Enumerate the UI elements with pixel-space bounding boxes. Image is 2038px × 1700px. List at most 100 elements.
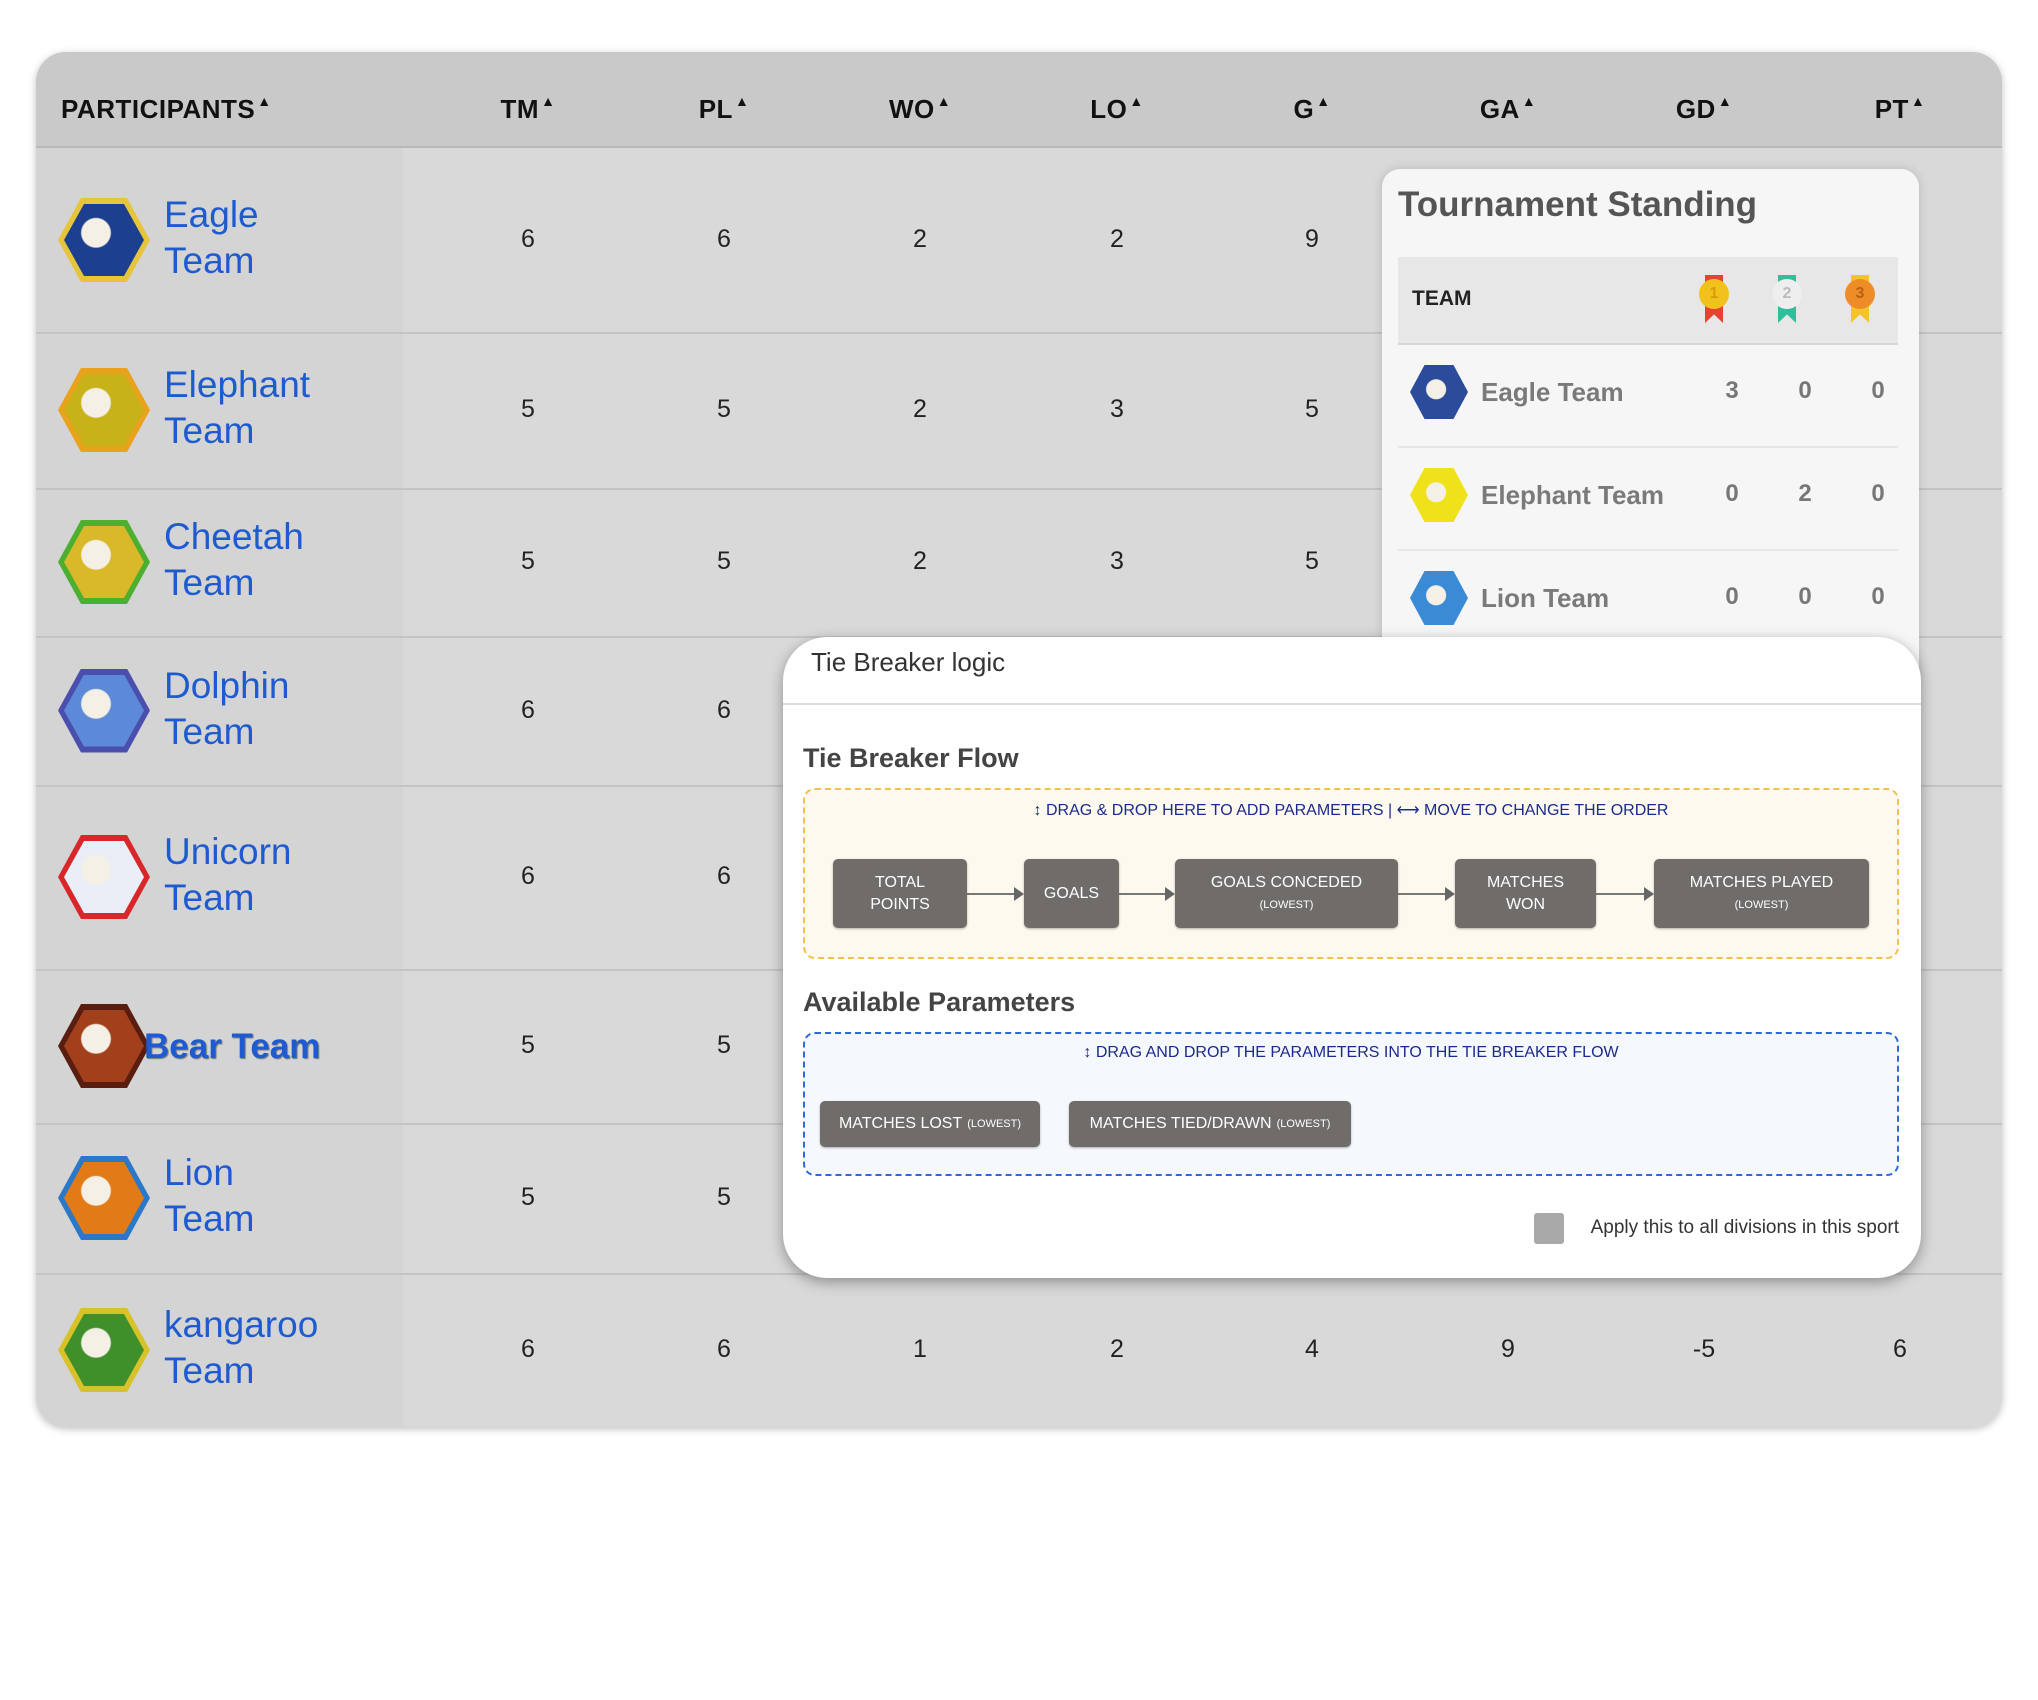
medal-2-icon: 2 [1772, 275, 1802, 323]
team-name-line: Team [164, 1350, 255, 1391]
horizontal-arrows-icon: ⟷ [1396, 802, 1420, 819]
stat-cell: 4 [1305, 1335, 1319, 1363]
team-logo [1410, 571, 1468, 625]
bronze-count: 0 [1871, 377, 1885, 404]
stat-cell: 2 [1110, 1335, 1124, 1363]
stat-cell: 1 [913, 1335, 927, 1363]
team-name-line: kangaroo [164, 1304, 319, 1345]
sort-up-icon: ▲ [541, 93, 556, 109]
team-name-line: Lion [164, 1152, 234, 1193]
flow-arrow-icon [967, 887, 1024, 901]
tie-breaker-flow-dropzone[interactable]: ↕ DRAG & DROP HERE TO ADD PARAMETERS | ⟷… [803, 788, 1899, 959]
stat-cell: 5 [717, 1183, 731, 1211]
eagle-logo [58, 198, 150, 282]
flow-arrow-icon [1119, 887, 1175, 901]
stat-cell: 6 [521, 862, 535, 890]
team-name-link[interactable]: Elephant Team [164, 362, 310, 454]
stat-cell: 6 [521, 1335, 535, 1363]
bronze-count: 0 [1871, 583, 1885, 610]
flow-parameter-chip[interactable]: MATCHES PLAYED (LOWEST) [1654, 859, 1869, 928]
standing-title: Tournament Standing [1398, 185, 1758, 224]
flow-arrow-icon [1596, 887, 1654, 901]
stat-cell: 5 [1305, 395, 1319, 423]
flow-parameter-chip[interactable]: GOALS CONCEDED (LOWEST) [1175, 859, 1398, 928]
header-participants[interactable]: PARTICIPANTS ▲ [61, 52, 272, 146]
team-name-line: Team [164, 562, 255, 603]
table-row: kangaroo Team 6 6 1 2 4 9 -5 6 [36, 1273, 2002, 1427]
header-pl[interactable]: PL ▲ [644, 52, 804, 146]
vertical-arrows-icon: ↕ [1033, 802, 1042, 819]
team-name-link[interactable]: Eagle Team [164, 192, 259, 284]
header-label: PT [1874, 94, 1909, 124]
header-ga[interactable]: GA ▲ [1428, 52, 1588, 146]
flow-arrow-icon [1398, 887, 1455, 901]
stat-cell: 5 [521, 1183, 535, 1211]
tournament-standing-card: Tournament Standing TEAM 123 Eagle Team … [1382, 169, 1919, 689]
header-label: PARTICIPANTS [61, 94, 256, 124]
team-name-link[interactable]: kangaroo Team [164, 1302, 318, 1394]
header-tm[interactable]: TM ▲ [448, 52, 608, 146]
team-name-line: Elephant [164, 364, 311, 405]
stat-cell: 2 [913, 225, 927, 253]
available-hint: ↕ DRAG AND DROP THE PARAMETERS INTO THE … [805, 1044, 1897, 1062]
standing-header: TEAM 123 [1398, 257, 1898, 345]
header-pt[interactable]: PT ▲ [1820, 52, 1980, 146]
team-name-link[interactable]: Cheetah Team [164, 514, 304, 606]
team-name-line: Dolphin [164, 664, 290, 706]
gold-count: 3 [1725, 377, 1739, 404]
gold-count: 0 [1725, 583, 1739, 610]
flow-parameter-chip[interactable]: MATCHES WON [1455, 859, 1596, 928]
bear-logo [58, 1004, 150, 1088]
unicorn-logo [58, 835, 150, 919]
chip-sublabel: (LOWEST) [1734, 898, 1789, 911]
dolphin-logo [58, 668, 150, 753]
flow-parameter-chip[interactable]: TOTAL POINTS [833, 859, 967, 928]
stat-cell: 9 [1305, 225, 1319, 253]
flow-parameter-chip[interactable]: GOALS [1024, 859, 1119, 928]
chip-label: WON [1505, 895, 1546, 913]
header-label: G [1293, 94, 1315, 124]
available-parameter-chip[interactable]: MATCHES LOST (LOWEST) [820, 1101, 1040, 1147]
apply-all-checkbox[interactable] [1534, 1213, 1564, 1244]
team-name-link[interactable]: Bear Team [144, 1024, 320, 1070]
header-wo[interactable]: WO ▲ [840, 52, 1000, 146]
header-lo[interactable]: LO ▲ [1037, 52, 1197, 146]
header-gd[interactable]: GD ▲ [1624, 52, 1784, 146]
team-name-line: Unicorn [164, 831, 292, 872]
chip-label: MATCHES LOST [838, 1115, 963, 1132]
header-label: GA [1479, 94, 1520, 124]
team-name-line: Team [164, 240, 255, 281]
divider [783, 703, 1921, 705]
team-name-line: Eagle [164, 194, 259, 235]
team-name-link[interactable]: Lion Team [164, 1150, 254, 1242]
available-hint-text: DRAG AND DROP THE PARAMETERS INTO THE TI… [1095, 1044, 1619, 1061]
flow-hint-move: MOVE TO CHANGE THE ORDER [1423, 802, 1669, 819]
team-name-line: Team [164, 710, 255, 752]
chip-label: TOTAL [874, 873, 926, 891]
available-parameter-chip[interactable]: MATCHES TIED/DRAWN (LOWEST) [1069, 1101, 1351, 1147]
bronze-count: 0 [1871, 480, 1885, 507]
flow-title: Tie Breaker Flow [803, 743, 1019, 773]
stat-cell: 6 [717, 695, 731, 724]
standing-row: Eagle Team 3 0 0 [1398, 343, 1898, 448]
chip-label: POINTS [870, 895, 930, 913]
sort-up-icon: ▲ [1910, 93, 1926, 109]
apply-all-label[interactable]: Apply this to all divisions in this spor… [1591, 1217, 1899, 1239]
flow-hint-separator: | [1387, 802, 1393, 819]
silver-count: 2 [1798, 480, 1812, 507]
gold-count: 0 [1725, 480, 1739, 507]
stat-cell: 6 [521, 695, 535, 724]
header-g[interactable]: G ▲ [1232, 52, 1392, 146]
team-name-link[interactable]: Dolphin Team [164, 663, 289, 755]
stat-cell: 2 [1110, 225, 1124, 253]
stat-cell: -5 [1692, 1335, 1716, 1363]
stat-cell: 6 [717, 862, 731, 890]
stat-cell: 5 [717, 1031, 731, 1059]
stat-cell: 5 [717, 395, 731, 423]
available-parameters-dropzone[interactable]: ↕ DRAG AND DROP THE PARAMETERS INTO THE … [803, 1032, 1899, 1176]
team-header: TEAM [1412, 287, 1472, 310]
cheetah-logo [58, 520, 150, 604]
stat-cell: 6 [521, 225, 535, 253]
team-name-link[interactable]: Unicorn Team [164, 829, 292, 921]
sort-up-icon: ▲ [936, 93, 952, 109]
